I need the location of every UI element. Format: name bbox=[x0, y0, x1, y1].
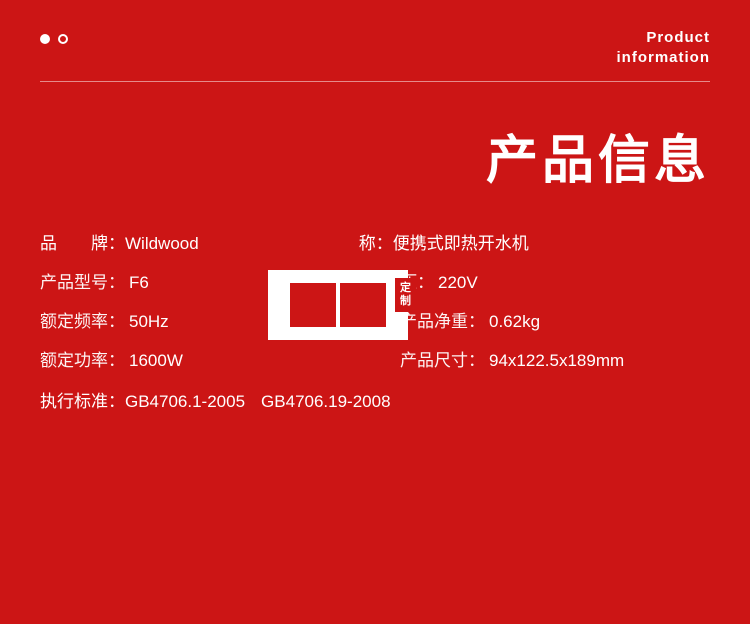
name-label: 称： bbox=[359, 229, 393, 254]
brand-value: Wildwood bbox=[125, 234, 199, 254]
model-label: 产品型号： bbox=[40, 268, 125, 293]
standard-value2: GB4706.19-2008 bbox=[261, 392, 391, 412]
dots-nav bbox=[40, 28, 68, 44]
voltage-item: 压： 220V bbox=[400, 268, 710, 293]
frequency-value: 50Hz bbox=[129, 312, 169, 332]
red-block-right bbox=[340, 283, 386, 327]
size-value: 94x122.5x189mm bbox=[489, 351, 624, 371]
custom-badge: 定 制 bbox=[395, 278, 416, 312]
model-value: F6 bbox=[129, 273, 149, 293]
weight-value: 0.62kg bbox=[489, 312, 540, 332]
information-word: information bbox=[617, 48, 711, 68]
red-block-left bbox=[290, 283, 336, 327]
dot-active bbox=[40, 34, 50, 44]
power-label: 额定功率： bbox=[40, 346, 125, 371]
brand-label: 品 牌： bbox=[40, 229, 125, 254]
standard-value1: GB4706.1-2005 bbox=[125, 392, 245, 412]
frequency-label: 额定频率： bbox=[40, 307, 125, 332]
product-image-placeholder: 定 制 bbox=[268, 270, 408, 340]
power-value: 1600W bbox=[129, 351, 183, 371]
name-value: 便携式即热开水机 bbox=[393, 229, 529, 254]
size-label: 产品尺寸： bbox=[400, 346, 485, 371]
product-word: Product bbox=[617, 28, 711, 48]
dot-inactive bbox=[58, 34, 68, 44]
standards-row: 执行标准： GB4706.1-2005 GB4706.19-2008 bbox=[40, 387, 710, 412]
voltage-value: 220V bbox=[438, 273, 478, 293]
weight-item: 产品净重： 0.62kg bbox=[400, 307, 710, 332]
specs-col-right: 压： 220V 产品净重： 0.62kg 产品尺寸： 94x122.5x189m… bbox=[400, 268, 710, 385]
top-bar: Product information bbox=[0, 0, 750, 67]
main-title: 产品信息 bbox=[0, 82, 750, 193]
brand-row: 品 牌： Wildwood 称：便携式即热开水机 bbox=[40, 229, 710, 254]
product-info-label: Product information bbox=[617, 28, 711, 67]
size-item: 产品尺寸： 94x122.5x189mm bbox=[400, 346, 710, 371]
standard-label: 执行标准： bbox=[40, 387, 125, 412]
power-item: 额定功率： 1600W bbox=[40, 346, 400, 371]
image-inner: 定 制 bbox=[278, 278, 398, 332]
